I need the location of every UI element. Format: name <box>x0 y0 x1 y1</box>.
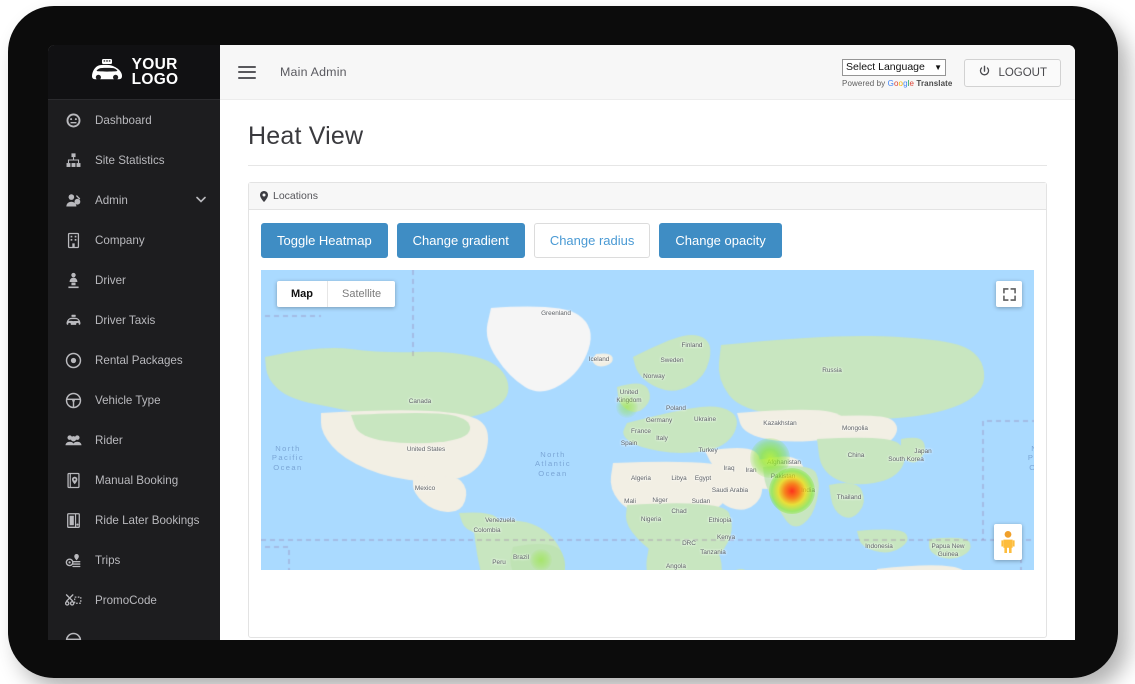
page-title: Heat View <box>248 122 1047 166</box>
sidebar-item-more[interactable] <box>48 620 220 640</box>
brand-logo[interactable]: YOUR LOGO <box>48 45 220 100</box>
heatmap-map[interactable]: Greenland Iceland Canada United States Mexic… <box>261 270 1034 570</box>
street-view-pegman-icon[interactable] <box>994 524 1022 560</box>
sidebar-item-company[interactable]: Company <box>48 220 220 260</box>
route-pin-icon <box>62 549 84 571</box>
power-icon <box>978 65 991 81</box>
book-pin-icon <box>62 469 84 491</box>
sidebar-item-dashboard[interactable]: Dashboard <box>48 100 220 140</box>
sidebar-item-driver-taxis[interactable]: Driver Taxis <box>48 300 220 340</box>
sidebar-item-ride-later-bookings[interactable]: Ride Later Bookings <box>48 500 220 540</box>
sidebar-item-trips[interactable]: Trips <box>48 540 220 580</box>
logout-label: LOGOUT <box>998 66 1047 79</box>
sidebar-item-label: Driver Taxis <box>95 313 156 327</box>
chevron-down-icon: ▼ <box>934 62 943 72</box>
chevron-down-icon <box>196 194 206 207</box>
page-body: Heat View Locations Toggle Heatmap Change… <box>220 100 1075 640</box>
sidebar-item-label: Rental Packages <box>95 353 183 367</box>
sidebar-item-label: Manual Booking <box>95 473 179 487</box>
map-type-control[interactable]: Map Satellite <box>277 281 396 307</box>
hamburger-icon[interactable] <box>238 62 256 82</box>
sidebar-item-label: Site Statistics <box>95 153 165 167</box>
driver-person-icon <box>62 269 84 291</box>
book-clock-icon <box>62 509 84 531</box>
topbar: Main Admin Select Language ▼ Powered by … <box>220 45 1075 100</box>
sidebar-item-label: Dashboard <box>95 113 152 127</box>
language-select[interactable]: Select Language ▼ <box>842 58 947 76</box>
steering-wheel-icon <box>62 629 84 640</box>
sidebar-item-rental-packages[interactable]: Rental Packages <box>48 340 220 380</box>
google-wordmark: Google <box>887 78 915 88</box>
app-window: YOUR LOGO Dashboard Site Statistics Admin C… <box>48 45 1075 640</box>
powered-by-label: Powered by <box>842 78 886 88</box>
change-radius-button[interactable]: Change radius <box>533 223 651 258</box>
map-type-satellite[interactable]: Satellite <box>328 281 395 307</box>
sidebar: YOUR LOGO Dashboard Site Statistics Admin C… <box>48 45 220 640</box>
admin-user-icon <box>62 189 84 211</box>
google-translate-attribution: Powered by Google Translate <box>842 79 952 88</box>
sidebar-item-label: Admin <box>95 193 128 207</box>
taxi-icon <box>90 58 124 87</box>
sitemap-icon <box>62 149 84 171</box>
dashboard-gauge-icon <box>62 109 84 131</box>
language-select-value: Select Language <box>846 61 925 73</box>
brand-line-1: YOUR <box>131 56 178 73</box>
topbar-right: Select Language ▼ Powered by Google Tran… <box>842 57 1061 88</box>
locations-card: Locations Toggle Heatmap Change gradient C… <box>248 182 1047 638</box>
map-pin-icon <box>260 190 268 202</box>
sidebar-item-label: PromoCode <box>95 593 157 607</box>
sidebar-nav: Dashboard Site Statistics Admin Company Driv… <box>48 100 220 640</box>
sidebar-item-vehicle-type[interactable]: Vehicle Type <box>48 380 220 420</box>
translate-label: Translate <box>916 78 953 88</box>
circle-dot-icon <box>62 349 84 371</box>
sidebar-item-promocode[interactable]: PromoCode <box>48 580 220 620</box>
sidebar-item-admin[interactable]: Admin <box>48 180 220 220</box>
sidebar-item-label: Ride Later Bookings <box>95 513 200 527</box>
change-gradient-button[interactable]: Change gradient <box>396 223 525 258</box>
heatmap-controls: Toggle Heatmap Change gradient Change radi… <box>249 210 1046 270</box>
toggle-heatmap-button[interactable]: Toggle Heatmap <box>261 223 388 258</box>
content-area: Main Admin Select Language ▼ Powered by … <box>220 45 1075 640</box>
scissors-coupon-icon <box>62 589 84 611</box>
sidebar-item-manual-booking[interactable]: Manual Booking <box>48 460 220 500</box>
sidebar-item-label: Rider <box>95 433 123 447</box>
map-type-map[interactable]: Map <box>277 281 328 307</box>
language-selector-block: Select Language ▼ Powered by Google Tran… <box>842 57 952 88</box>
map-tiles <box>261 270 1034 570</box>
sidebar-item-label: Vehicle Type <box>95 393 161 407</box>
sidebar-item-label: Driver <box>95 273 126 287</box>
sidebar-item-label: Company <box>95 233 145 247</box>
breadcrumb: Main Admin <box>280 65 347 79</box>
taxi-car-icon <box>62 309 84 331</box>
card-header: Locations <box>249 183 1046 210</box>
fullscreen-icon[interactable] <box>996 281 1022 307</box>
steering-wheel-icon <box>62 389 84 411</box>
sidebar-item-label: Trips <box>95 553 121 567</box>
sidebar-item-driver[interactable]: Driver <box>48 260 220 300</box>
brand-line-2: LOGO <box>131 71 179 88</box>
sidebar-item-rider[interactable]: Rider <box>48 420 220 460</box>
change-opacity-button[interactable]: Change opacity <box>659 223 782 258</box>
card-header-label: Locations <box>273 190 318 202</box>
sidebar-item-site-statistics[interactable]: Site Statistics <box>48 140 220 180</box>
logout-button[interactable]: LOGOUT <box>964 58 1061 87</box>
users-group-icon <box>62 429 84 451</box>
building-icon <box>62 229 84 251</box>
